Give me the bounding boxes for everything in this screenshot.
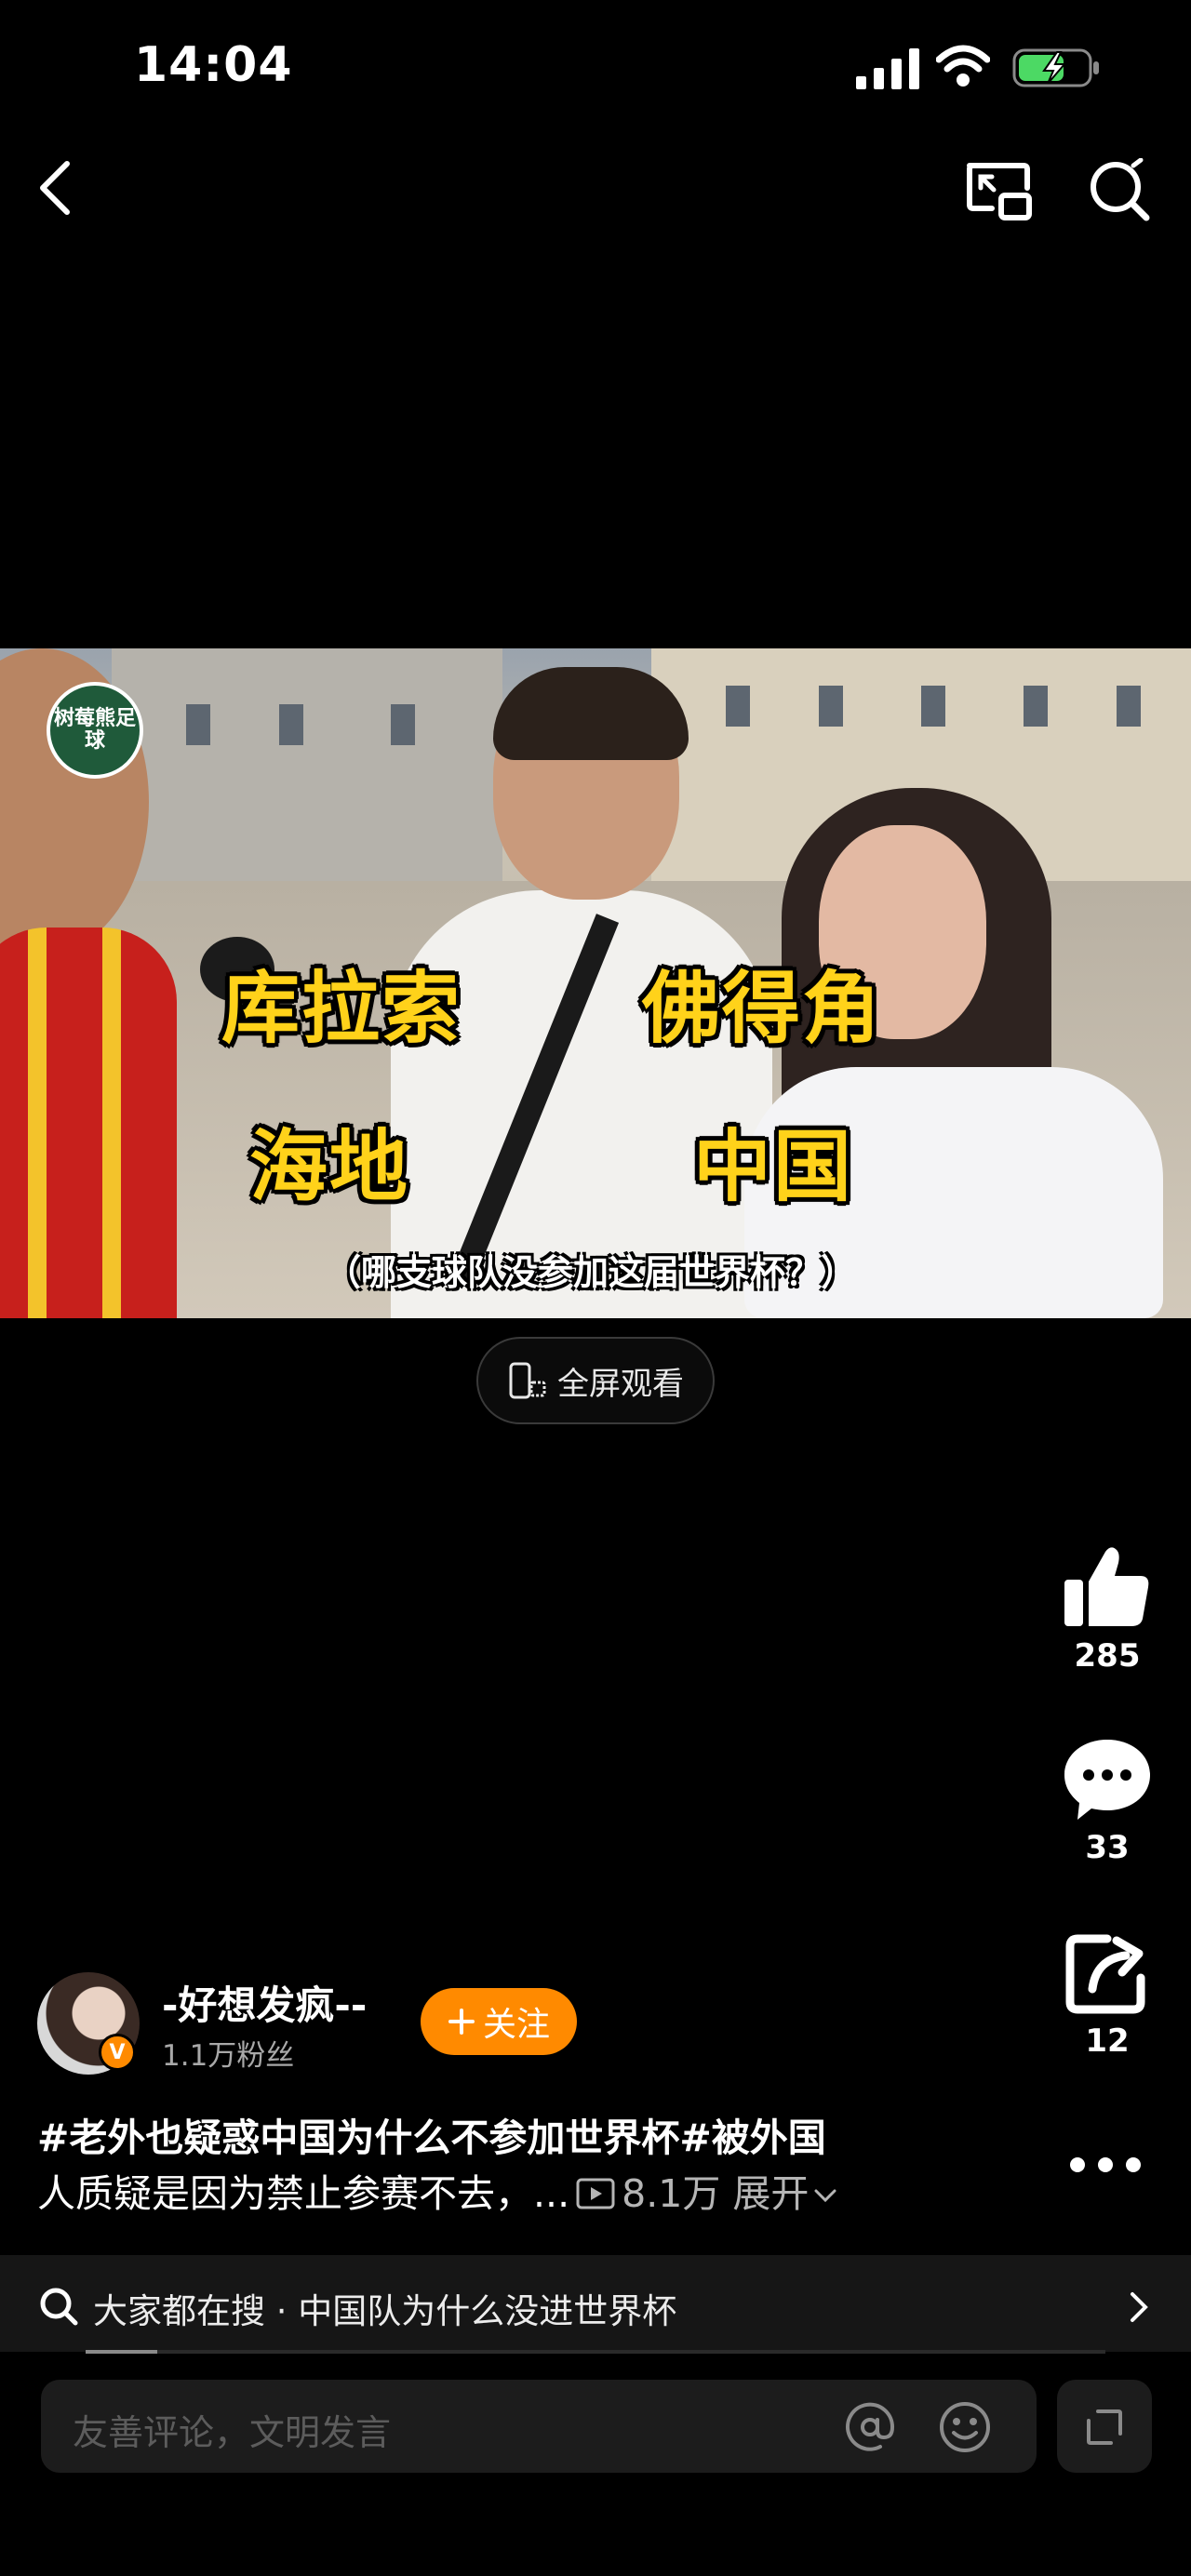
caption-option: 海地	[249, 1121, 410, 1212]
emoji-icon[interactable]	[936, 2398, 994, 2456]
caption-option: 中国	[693, 1121, 854, 1212]
caption-option: 佛得角	[642, 963, 883, 1054]
at-icon[interactable]	[841, 2398, 899, 2456]
pip-icon[interactable]	[964, 160, 1033, 221]
description-line: 人质疑是因为禁止参赛不去，... 8.1万 展开	[37, 2166, 1005, 2222]
window	[819, 686, 843, 727]
fullscreen-button[interactable]: 全屏观看	[476, 1337, 715, 1424]
window	[921, 686, 945, 727]
background-building	[112, 648, 502, 881]
expand-link[interactable]: 展开	[732, 2171, 809, 2216]
caption-option: 库拉索	[221, 963, 462, 1054]
follow-label: 关注	[482, 2006, 550, 2044]
chevron-right-icon[interactable]	[1128, 2290, 1150, 2324]
description-text: 人质疑是因为禁止参赛不去，...	[37, 2171, 570, 2216]
author-name[interactable]: -好想发疯--	[162, 1974, 367, 2031]
battery-icon	[1012, 48, 1099, 87]
video-subtitle: （哪支球队没参加这届世界杯？）	[326, 1252, 857, 1293]
window	[186, 704, 210, 745]
like-icon	[1064, 1547, 1149, 1626]
play-count-icon	[576, 2178, 615, 2209]
comment-button[interactable]: 33	[1051, 1736, 1163, 1866]
follow-button[interactable]: 关注	[421, 1988, 577, 2055]
like-button[interactable]: 285	[1051, 1544, 1163, 1675]
plus-icon	[448, 2009, 475, 2035]
comment-count: 33	[1085, 1829, 1130, 1866]
man-hair	[493, 667, 689, 760]
comment-icon	[1064, 1740, 1150, 1820]
chevron-down-icon[interactable]	[812, 2186, 838, 2205]
search-icon[interactable]	[1087, 158, 1152, 223]
share-button[interactable]: 12	[1051, 1931, 1163, 2060]
wifi-icon	[936, 45, 990, 87]
phone-rotate-icon	[509, 1362, 546, 1399]
video-progress-track[interactable]	[86, 2350, 1105, 2354]
related-search-text[interactable]: 大家都在搜 · 中国队为什么没进世界杯	[93, 2283, 676, 2333]
verified-badge: V	[99, 2034, 136, 2071]
status-bar: 14:04	[0, 0, 1191, 140]
back-icon[interactable]	[35, 158, 73, 218]
video-player[interactable]: 树莓熊足球 库拉索 佛得角 海地 中国 （哪支球队没参加这届世界杯？）	[0, 648, 1191, 1318]
view-count: 8.1万	[622, 2171, 721, 2216]
description-line[interactable]: #老外也疑惑中国为什么不参加世界杯#被外国	[37, 2110, 1005, 2166]
fullscreen-label: 全屏观看	[557, 1365, 684, 1403]
expand-icon	[1087, 2409, 1122, 2445]
follower-count: 1.1万粉丝	[162, 2039, 295, 2073]
share-count: 12	[1085, 2022, 1130, 2060]
like-count: 285	[1074, 1637, 1141, 1675]
video-description: #老外也疑惑中国为什么不参加世界杯#被外国 人质疑是因为禁止参赛不去，... 8.…	[37, 2110, 1005, 2222]
status-time: 14:04	[134, 37, 293, 93]
signal-icon	[856, 48, 919, 89]
window	[1024, 686, 1048, 727]
interviewer	[0, 928, 177, 1318]
channel-logo: 树莓熊足球	[47, 682, 143, 779]
comment-placeholder: 友善评论，文明发言	[73, 2412, 392, 2453]
window	[726, 686, 750, 727]
window	[391, 704, 415, 745]
window	[1117, 686, 1141, 727]
window	[279, 704, 303, 745]
search-icon	[40, 2288, 78, 2326]
video-progress-fill	[86, 2350, 157, 2354]
more-icon[interactable]	[1068, 2151, 1143, 2179]
share-icon	[1065, 1934, 1145, 2014]
